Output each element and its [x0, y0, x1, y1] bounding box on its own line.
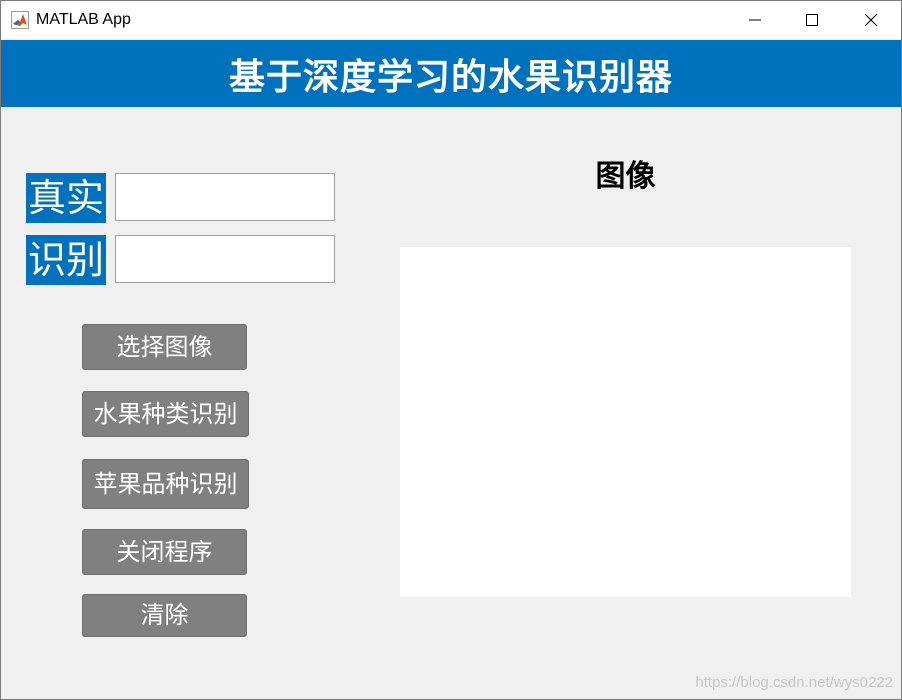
matlab-icon	[11, 11, 29, 29]
minimize-icon	[749, 11, 761, 30]
clear-button[interactable]: 清除	[82, 594, 247, 637]
header-banner: 基于深度学习的水果识别器	[1, 40, 901, 107]
image-title: 图像	[595, 159, 656, 194]
close-icon	[864, 11, 878, 30]
maximize-button[interactable]	[783, 1, 841, 39]
recognized-label: 识别	[26, 235, 106, 285]
watermark: https://blog.csdn.net/wys0222	[695, 674, 893, 691]
close-program-button[interactable]: 关闭程序	[82, 529, 247, 575]
maximize-icon	[806, 11, 818, 30]
true-label: 真实	[26, 173, 106, 223]
fruit-type-button[interactable]: 水果种类识别	[82, 391, 249, 437]
apple-variety-button[interactable]: 苹果品种识别	[82, 459, 249, 509]
select-image-button[interactable]: 选择图像	[82, 324, 247, 370]
true-field[interactable]	[115, 173, 335, 221]
app-window: MATLAB App 基于深度学习的水果识别器 真实 识别 选择图像 水果种类识…	[0, 0, 902, 700]
app-title: 基于深度学习的水果识别器	[228, 56, 673, 98]
image-display	[400, 247, 851, 597]
minimize-button[interactable]	[726, 1, 784, 39]
title-bar: MATLAB App	[1, 1, 901, 39]
recognized-field[interactable]	[115, 235, 335, 283]
window-title: MATLAB App	[36, 11, 131, 28]
close-button[interactable]	[842, 1, 900, 39]
